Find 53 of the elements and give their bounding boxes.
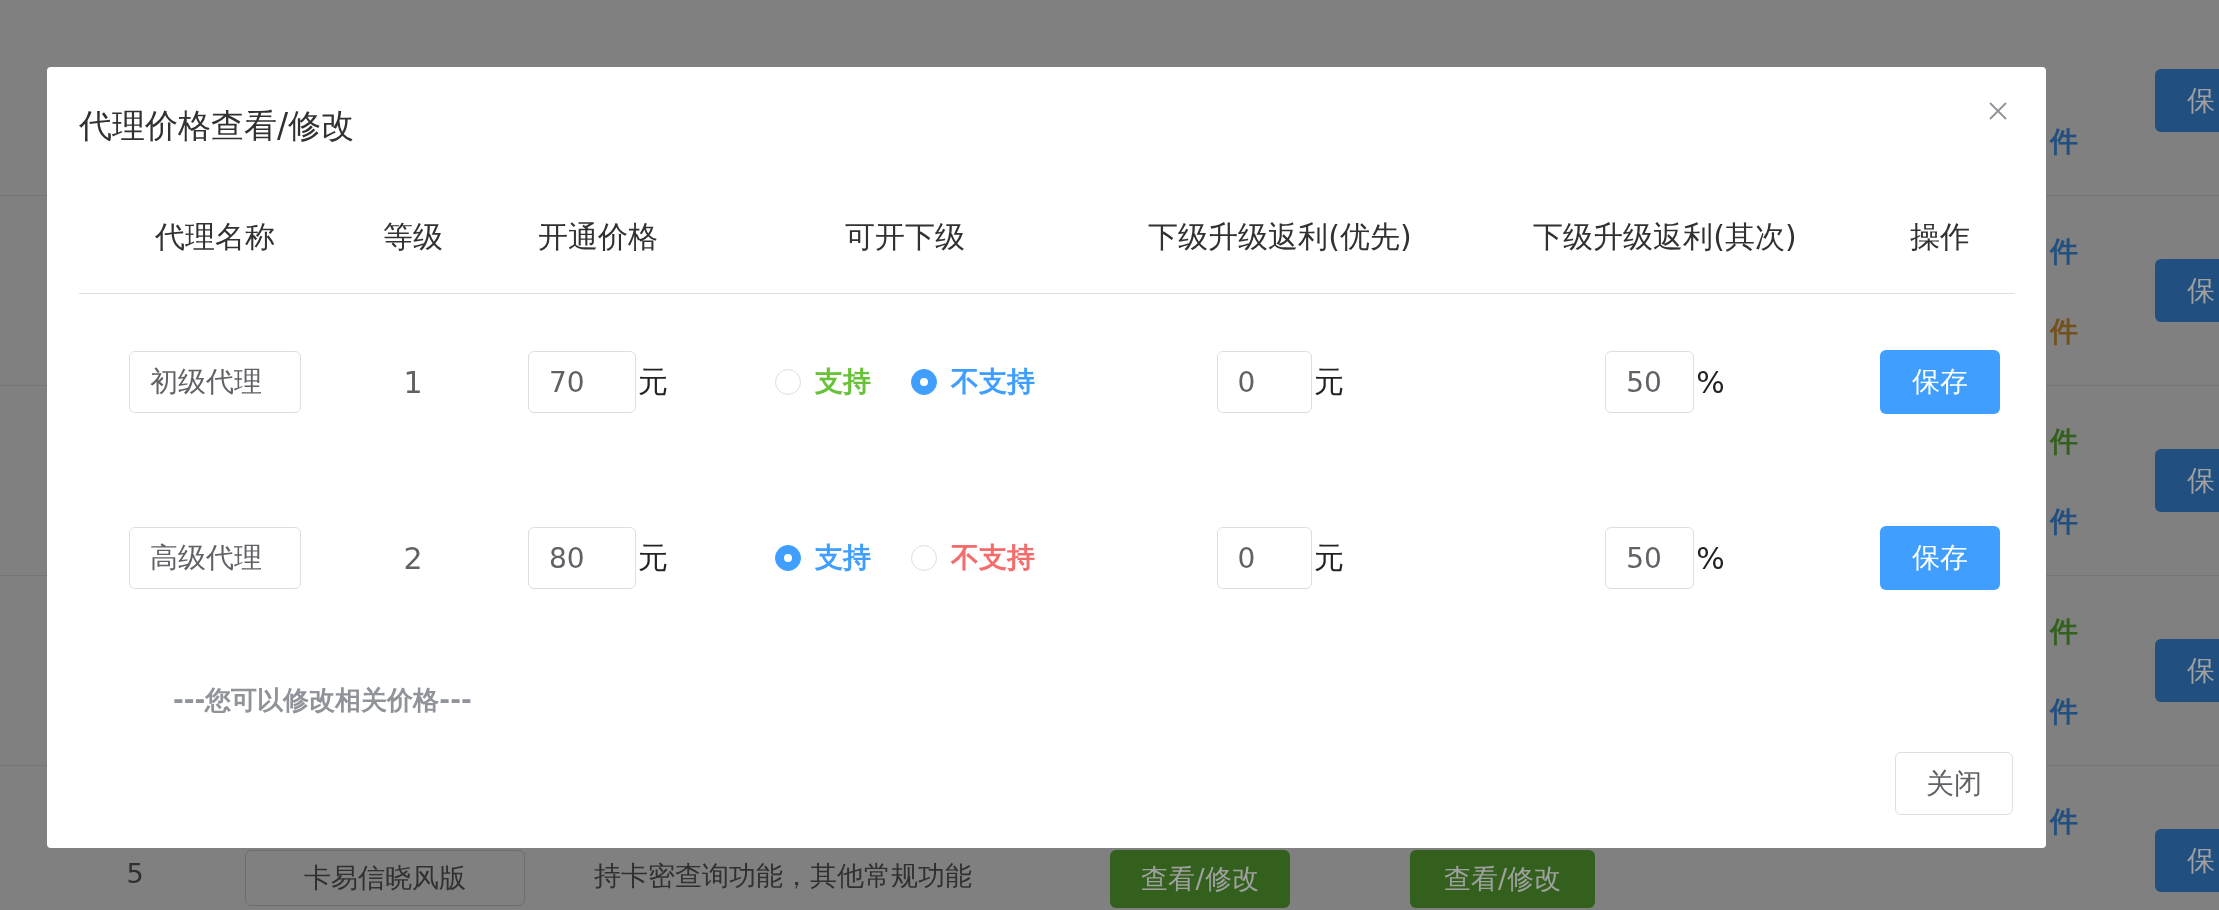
- save-button[interactable]: 保存: [1880, 350, 2000, 414]
- dialog-title: 代理价格查看/修改: [79, 105, 355, 147]
- plugin-label: 件: [2050, 124, 2078, 160]
- radio-label: 不支持: [951, 364, 1035, 400]
- column-header: 代理名称: [154, 218, 276, 256]
- price-field[interactable]: 70: [528, 351, 636, 413]
- unit-text: 元: [1313, 362, 1344, 401]
- save-button[interactable]: 保: [2155, 829, 2219, 892]
- save-button[interactable]: 保: [2155, 639, 2219, 702]
- column-header: 等级: [382, 218, 444, 256]
- save-button[interactable]: 保: [2155, 449, 2219, 512]
- rebate-field[interactable]: 50: [1605, 527, 1695, 589]
- view-edit-button[interactable]: 查看/修改: [1110, 850, 1290, 908]
- plugin-label: 件: [2050, 694, 2078, 730]
- row-number: 5: [125, 858, 145, 889]
- rebate-field[interactable]: 50: [1605, 351, 1695, 413]
- plugin-label: 件: [2050, 234, 2078, 270]
- level-text: 1: [403, 364, 423, 400]
- radio-label: 不支持: [951, 540, 1035, 576]
- rebate-field[interactable]: 0: [1216, 351, 1312, 413]
- radio-button[interactable]: [911, 369, 937, 395]
- unit-text: %: [1696, 364, 1725, 400]
- rebate-field[interactable]: 0: [1216, 527, 1312, 589]
- column-header: 可开下级: [844, 218, 966, 256]
- unit-text: %: [1696, 540, 1725, 576]
- column-header: 下级升级返利(优先): [1147, 218, 1413, 256]
- radio-label: 支持: [815, 364, 871, 400]
- save-button[interactable]: 保: [2155, 69, 2219, 132]
- agent-name-field[interactable]: 初级代理: [129, 351, 301, 413]
- hint-text: ---您可以修改相关价格---: [173, 684, 472, 716]
- close-icon[interactable]: [1989, 102, 2007, 120]
- column-header: 开通价格: [537, 218, 659, 256]
- name-field[interactable]: 卡易信晓风版: [245, 850, 525, 906]
- save-button[interactable]: 保存: [1880, 526, 2000, 590]
- plugin-label: 件: [2050, 804, 2078, 840]
- radio-label: 支持: [815, 540, 871, 576]
- column-header: 操作: [1909, 218, 1971, 256]
- plugin-label: 件: [2050, 614, 2078, 650]
- plugin-label: 件: [2050, 424, 2078, 460]
- plugin-label: 件: [2050, 504, 2078, 540]
- radio-button[interactable]: [775, 545, 801, 571]
- view-edit-button[interactable]: 查看/修改: [1410, 850, 1595, 908]
- save-button[interactable]: 保: [2155, 259, 2219, 322]
- unit-text: 元: [638, 538, 668, 577]
- level-text: 2: [403, 540, 423, 576]
- plugin-label: 件: [2050, 314, 2078, 350]
- price-field[interactable]: 80: [528, 527, 636, 589]
- close-button[interactable]: 关闭: [1895, 752, 2013, 815]
- column-header: 下级升级返利(其次): [1532, 218, 1798, 256]
- description-text: 持卡密查询功能，其他常规功能: [593, 859, 973, 893]
- agent-name-field[interactable]: 高级代理: [129, 527, 301, 589]
- unit-text: 元: [638, 362, 668, 401]
- unit-text: 元: [1313, 538, 1344, 577]
